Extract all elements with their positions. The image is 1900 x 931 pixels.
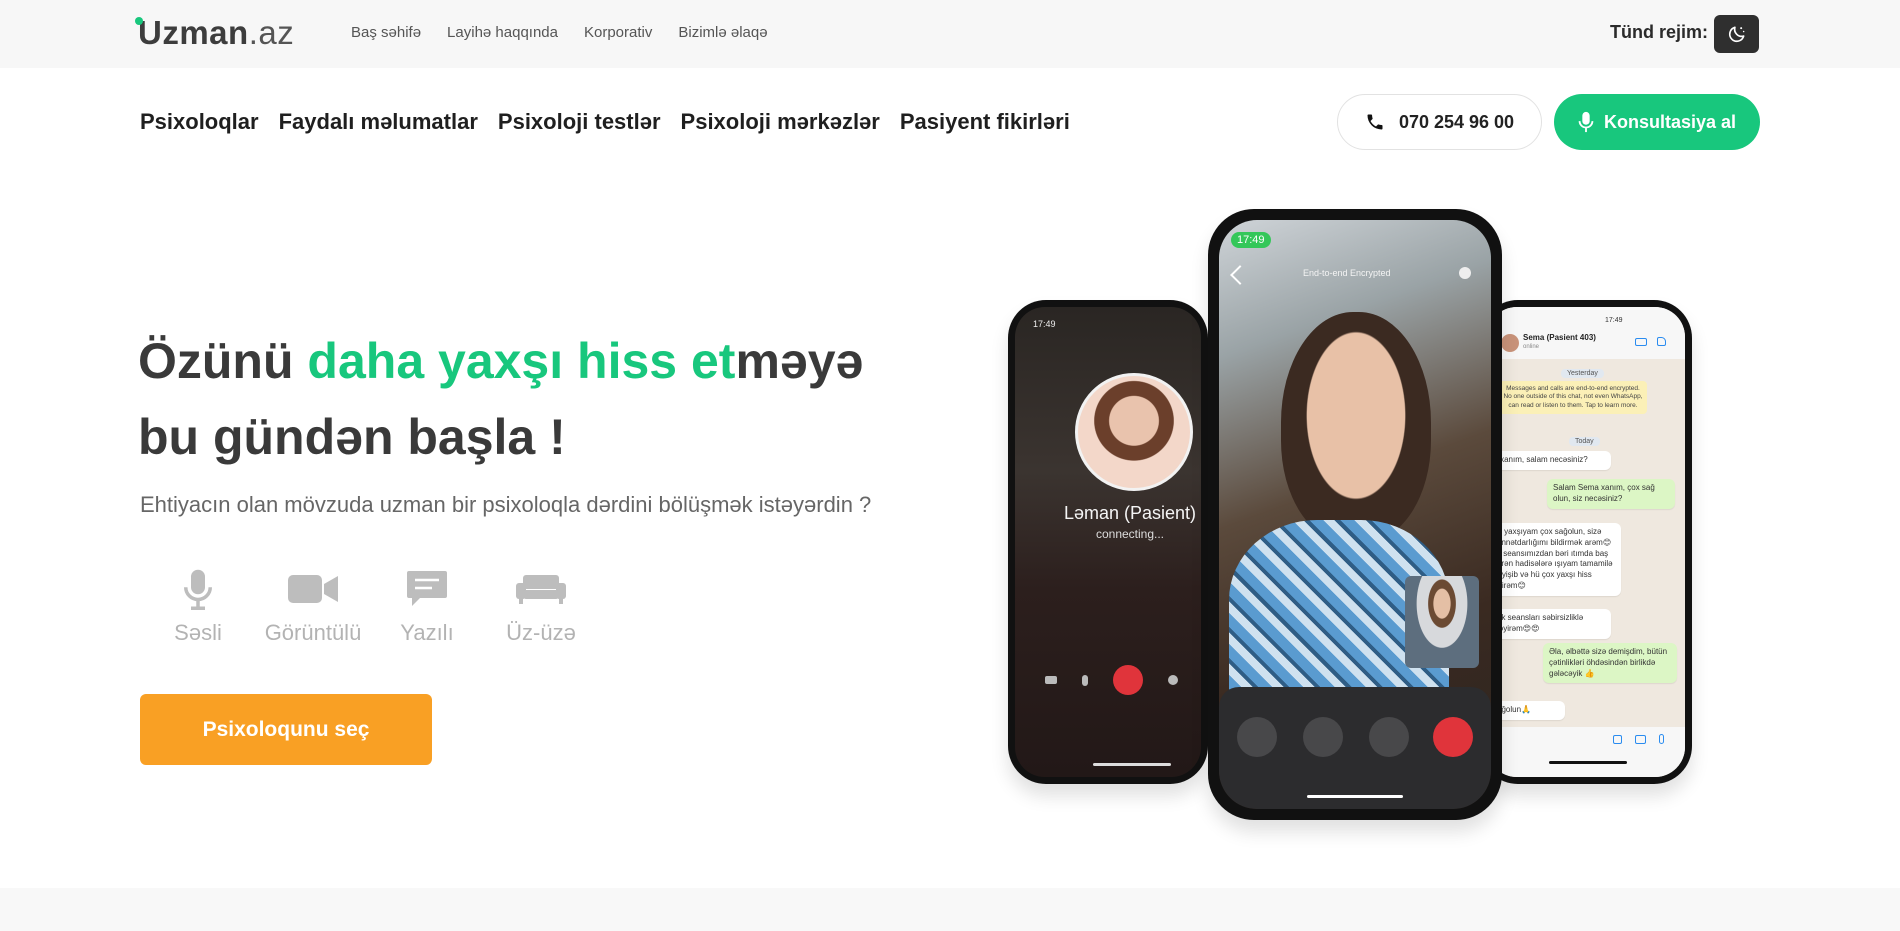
phone-button-label: 070 254 96 00	[1398, 111, 1515, 132]
choose-psychologist-button[interactable]: Psixoloqunu seç	[140, 694, 432, 765]
phone-mockup-chat: 17:49 Sema (Pasient 403) online Yesterda…	[1480, 300, 1692, 784]
main-nav-centers[interactable]: Psixoloji mərkəzlər	[681, 109, 880, 135]
voice-call-controls	[1045, 665, 1201, 695]
top-nav: Baş səhifə Layihə haqqında Korporativ Bi…	[351, 24, 794, 41]
end-call-icon[interactable]	[1113, 665, 1143, 695]
chat-screen: 17:49 Sema (Pasient 403) online Yesterda…	[1487, 307, 1685, 777]
mode-text-label: Yazılı	[400, 620, 454, 645]
video-off-icon[interactable]	[1303, 717, 1343, 757]
mode-text[interactable]: Yazılı	[367, 566, 487, 646]
encryption-notice[interactable]: Messages and calls are end-to-end encryp…	[1499, 381, 1647, 415]
logo-name: Uzman	[138, 14, 249, 51]
video-call-controls	[1219, 687, 1491, 809]
end-call-icon[interactable]	[1433, 717, 1473, 757]
top-nav-contact[interactable]: Bizimlə əlaqə	[678, 24, 767, 41]
home-indicator	[1549, 761, 1627, 764]
phone-icon	[1367, 114, 1383, 130]
chat-header: 17:49 Sema (Pasient 403) online	[1487, 307, 1685, 359]
hero-title-line2: bu gündən başla !	[138, 409, 566, 465]
main-nav-useful-info[interactable]: Faydalı məlumatlar	[279, 109, 478, 135]
main-nav-tests[interactable]: Psixoloji testlər	[498, 109, 661, 135]
main-nav-reviews[interactable]: Pasiyent fikirləri	[900, 109, 1070, 135]
voice-call-screen: 17:49 Ləman (Pasient) connecting...	[1015, 307, 1201, 777]
contact-name: Sema (Pasient 403)	[1523, 333, 1596, 342]
home-indicator	[1307, 795, 1403, 798]
top-bar: Uzman.az Baş səhifə Layihə haqqında Korp…	[0, 0, 1900, 68]
chat-message: Salam Sema xanım, çox sağ olun, siz necə…	[1547, 479, 1675, 509]
video-call-icon[interactable]	[1635, 338, 1647, 346]
consultation-button-label: Konsultasiya al	[1603, 111, 1737, 132]
mode-voice-label: Səsli	[174, 620, 222, 645]
top-nav-about[interactable]: Layihə haqqında	[447, 24, 558, 41]
video-call-screen: 17:49 End-to-end Encrypted	[1219, 220, 1491, 809]
video-icon[interactable]	[1045, 676, 1057, 684]
chat-message: də yaxşıyam çox sağolun, sizə minnətdarl…	[1487, 523, 1621, 596]
top-nav-home[interactable]: Baş səhifə	[351, 24, 421, 41]
phone-mockup-video-call: 17:49 End-to-end Encrypted	[1208, 209, 1502, 820]
voice-call-icon[interactable]	[1657, 337, 1666, 346]
microphone-icon	[184, 569, 212, 610]
mute-icon[interactable]	[1369, 717, 1409, 757]
main-nav-psychologists[interactable]: Psixoloqlar	[140, 109, 259, 135]
camera-flip-icon[interactable]	[1237, 717, 1277, 757]
phone-mockup-voice-call: 17:49 Ləman (Pasient) connecting...	[1008, 300, 1208, 784]
person-face	[1281, 312, 1431, 542]
logo-tld: .az	[248, 14, 295, 51]
next-section-strip	[0, 888, 1900, 931]
mode-voice[interactable]: Səsli	[138, 566, 258, 646]
status-time: 17:49	[1033, 319, 1056, 329]
hero-title-highlight: daha yaxşı hiss et	[307, 333, 736, 389]
day-label-yesterday: Yesterday	[1561, 369, 1604, 378]
microphone-icon[interactable]	[1659, 734, 1664, 744]
back-chevron-icon[interactable]	[1230, 265, 1250, 285]
call-status: connecting...	[1095, 527, 1165, 541]
chat-message: ır xanım, salam necəsiniz?	[1487, 451, 1611, 470]
mode-video-label: Görüntülü	[264, 620, 362, 645]
hero-title: Özünü daha yaxşı hiss etməyə	[138, 332, 863, 390]
moon-icon	[1728, 26, 1744, 43]
chat-input-bar[interactable]	[1487, 727, 1685, 777]
dark-mode-toggle[interactable]	[1714, 15, 1759, 53]
microphone-icon	[1578, 111, 1594, 133]
phone-button[interactable]: 070 254 96 00	[1337, 94, 1542, 150]
logo[interactable]: Uzman.az	[135, 14, 295, 52]
consultation-button[interactable]: Konsultasiya al	[1554, 94, 1760, 150]
sticker-icon[interactable]	[1613, 735, 1622, 744]
top-nav-corporate[interactable]: Korporativ	[584, 24, 652, 41]
logo-dot	[135, 17, 143, 25]
status-time: 17:49	[1231, 232, 1271, 248]
contact-avatar	[1501, 334, 1519, 352]
home-indicator	[1093, 763, 1171, 766]
chat-message: çək seansları səbirsizliklə zləyirəm😍😍	[1487, 609, 1611, 639]
contact-status: online	[1523, 344, 1540, 350]
chat-message: Əla, əlbəttə sizə demişdim, bütün çətinl…	[1543, 643, 1677, 684]
mode-in-person-label: Üz-üzə	[506, 620, 576, 645]
video-camera-icon	[288, 575, 338, 603]
camera-icon[interactable]	[1635, 735, 1646, 744]
caller-avatar	[1075, 373, 1193, 491]
mode-video[interactable]: Görüntülü	[253, 566, 373, 646]
hero-subtitle: Ehtiyacın olan mövzuda uzman bir psixolo…	[140, 492, 872, 517]
add-user-icon[interactable]	[1168, 675, 1178, 685]
dark-mode-label: Tünd rejim:	[1610, 22, 1708, 42]
hero-title-suffix: məyə	[735, 333, 864, 389]
mute-icon[interactable]	[1082, 674, 1088, 686]
caller-name: Ləman (Pasient)	[1063, 503, 1197, 523]
status-time: 17:49	[1605, 317, 1623, 324]
sofa-icon	[516, 575, 566, 604]
self-view-thumbnail[interactable]	[1405, 576, 1479, 668]
main-nav: Psixoloqlar Faydalı məlumatlar Psixoloji…	[140, 109, 1090, 135]
mode-in-person[interactable]: Üz-üzə	[481, 566, 601, 646]
encryption-banner: End-to-end Encrypted	[1303, 268, 1391, 278]
day-label-today: Today	[1569, 437, 1600, 446]
profile-icon[interactable]	[1459, 267, 1471, 279]
chat-icon	[407, 571, 447, 606]
hero-title-prefix: Özünü	[138, 333, 308, 389]
